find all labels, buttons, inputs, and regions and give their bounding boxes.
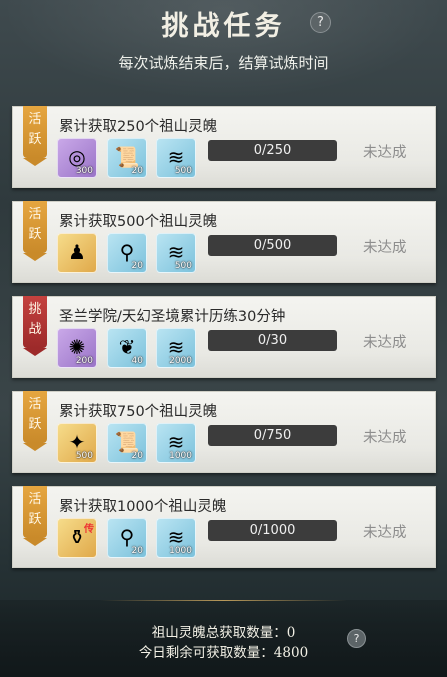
task-tag-ribbon: 活跃 xyxy=(23,201,47,261)
page-subtitle: 每次试炼结束后，结算试炼时间 xyxy=(118,54,329,72)
task-title: 累计获取750个祖山灵魄 xyxy=(59,404,218,420)
reward-count: 40 xyxy=(131,356,143,366)
reward-count: 20 xyxy=(131,546,143,556)
task-title: 累计获取1000个祖山灵魄 xyxy=(59,499,227,515)
progress-bar: 0/500 xyxy=(208,235,337,256)
task-title: 圣兰学院/天幻圣境累计历练30分钟 xyxy=(59,309,286,325)
progress-bar: 0/30 xyxy=(208,330,337,351)
progress-label: 0/250 xyxy=(253,143,292,158)
progress-bar: 0/250 xyxy=(208,140,337,161)
reward-count: 500 xyxy=(174,261,192,271)
remaining-today-label: 今日剩余可获取数量：4800 xyxy=(138,645,309,661)
progress-label: 0/1000 xyxy=(249,523,296,538)
task-status: 未达成 xyxy=(363,145,407,161)
task-card: 活跃累计获取1000个祖山灵魄 ⚱ 传 ⚲ 20 ≋ 1000 0/1000 未达成 xyxy=(12,486,436,568)
task-tag-ribbon: 活跃 xyxy=(23,486,47,546)
reward-item[interactable]: ❦ 40 xyxy=(107,328,147,368)
reward-item[interactable]: ◎ 300 xyxy=(57,138,97,178)
reward-item[interactable]: ✦ 500 xyxy=(57,423,97,463)
task-status: 未达成 xyxy=(363,430,407,446)
task-card: 活跃累计获取250个祖山灵魄 ◎ 300 📜 20 ≋ 500 0/250 未达成 xyxy=(12,106,436,188)
reward-item[interactable]: ♟ xyxy=(57,233,97,273)
reward-item[interactable]: ≋ 2000 xyxy=(156,328,196,368)
legendary-badge: 传 xyxy=(84,524,94,535)
progress-label: 0/500 xyxy=(253,238,292,253)
progress-bar: 0/750 xyxy=(208,425,337,446)
help-question-icon[interactable]: ? xyxy=(310,12,331,33)
reward-count: 500 xyxy=(75,451,93,461)
reward-item[interactable]: 📜 20 xyxy=(107,423,147,463)
page-title: 挑战任务 xyxy=(161,11,286,42)
character-figure-icon: ♟ xyxy=(68,240,86,264)
footer-divider xyxy=(100,600,347,601)
task-title: 累计获取500个祖山灵魄 xyxy=(59,214,218,230)
reward-item[interactable]: ≋ 1000 xyxy=(156,423,196,463)
task-status: 未达成 xyxy=(363,335,407,351)
reward-item[interactable]: 📜 20 xyxy=(107,138,147,178)
reward-count: 20 xyxy=(131,166,143,176)
total-obtained-label: 祖山灵魄总获取数量：0 xyxy=(151,625,296,641)
task-tag-ribbon: 活跃 xyxy=(23,391,47,451)
header: 挑战任务 ? 每次试炼结束后，结算试炼时间 xyxy=(0,0,447,100)
reward-item[interactable]: ≋ 500 xyxy=(156,233,196,273)
progress-label: 0/750 xyxy=(253,428,292,443)
reward-item[interactable]: ⚲ 20 xyxy=(107,518,147,558)
reward-count: 1000 xyxy=(169,546,192,556)
task-card: 活跃累计获取750个祖山灵魄 ✦ 500 📜 20 ≋ 1000 0/750 未达成 xyxy=(12,391,436,473)
reward-count: 20 xyxy=(131,451,143,461)
task-status: 未达成 xyxy=(363,525,407,541)
reward-count: 20 xyxy=(131,261,143,271)
reward-item[interactable]: ≋ 1000 xyxy=(156,518,196,558)
reward-item[interactable]: ⚱ 传 xyxy=(57,518,97,558)
progress-bar: 0/1000 xyxy=(208,520,337,541)
task-tag-ribbon: 挑战 xyxy=(23,296,47,356)
task-status: 未达成 xyxy=(363,240,407,256)
reward-count: 500 xyxy=(174,166,192,176)
reward-count: 1000 xyxy=(169,451,192,461)
footer-help-question-icon[interactable]: ? xyxy=(347,629,366,648)
task-card: 活跃累计获取500个祖山灵魄 ♟ ⚲ 20 ≋ 500 0/500 未达成 xyxy=(12,201,436,283)
reward-item[interactable]: ✺ 200 xyxy=(57,328,97,368)
reward-item[interactable]: ≋ 500 xyxy=(156,138,196,178)
reward-count: 200 xyxy=(75,356,93,366)
task-title: 累计获取250个祖山灵魄 xyxy=(59,119,218,135)
reward-count: 300 xyxy=(75,166,93,176)
progress-label: 0/30 xyxy=(257,333,288,348)
reward-count: 2000 xyxy=(169,356,192,366)
task-card: 挑战圣兰学院/天幻圣境累计历练30分钟 ✺ 200 ❦ 40 ≋ 2000 0/30 未达成 xyxy=(12,296,436,378)
task-tag-ribbon: 活跃 xyxy=(23,106,47,166)
reward-item[interactable]: ⚲ 20 xyxy=(107,233,147,273)
